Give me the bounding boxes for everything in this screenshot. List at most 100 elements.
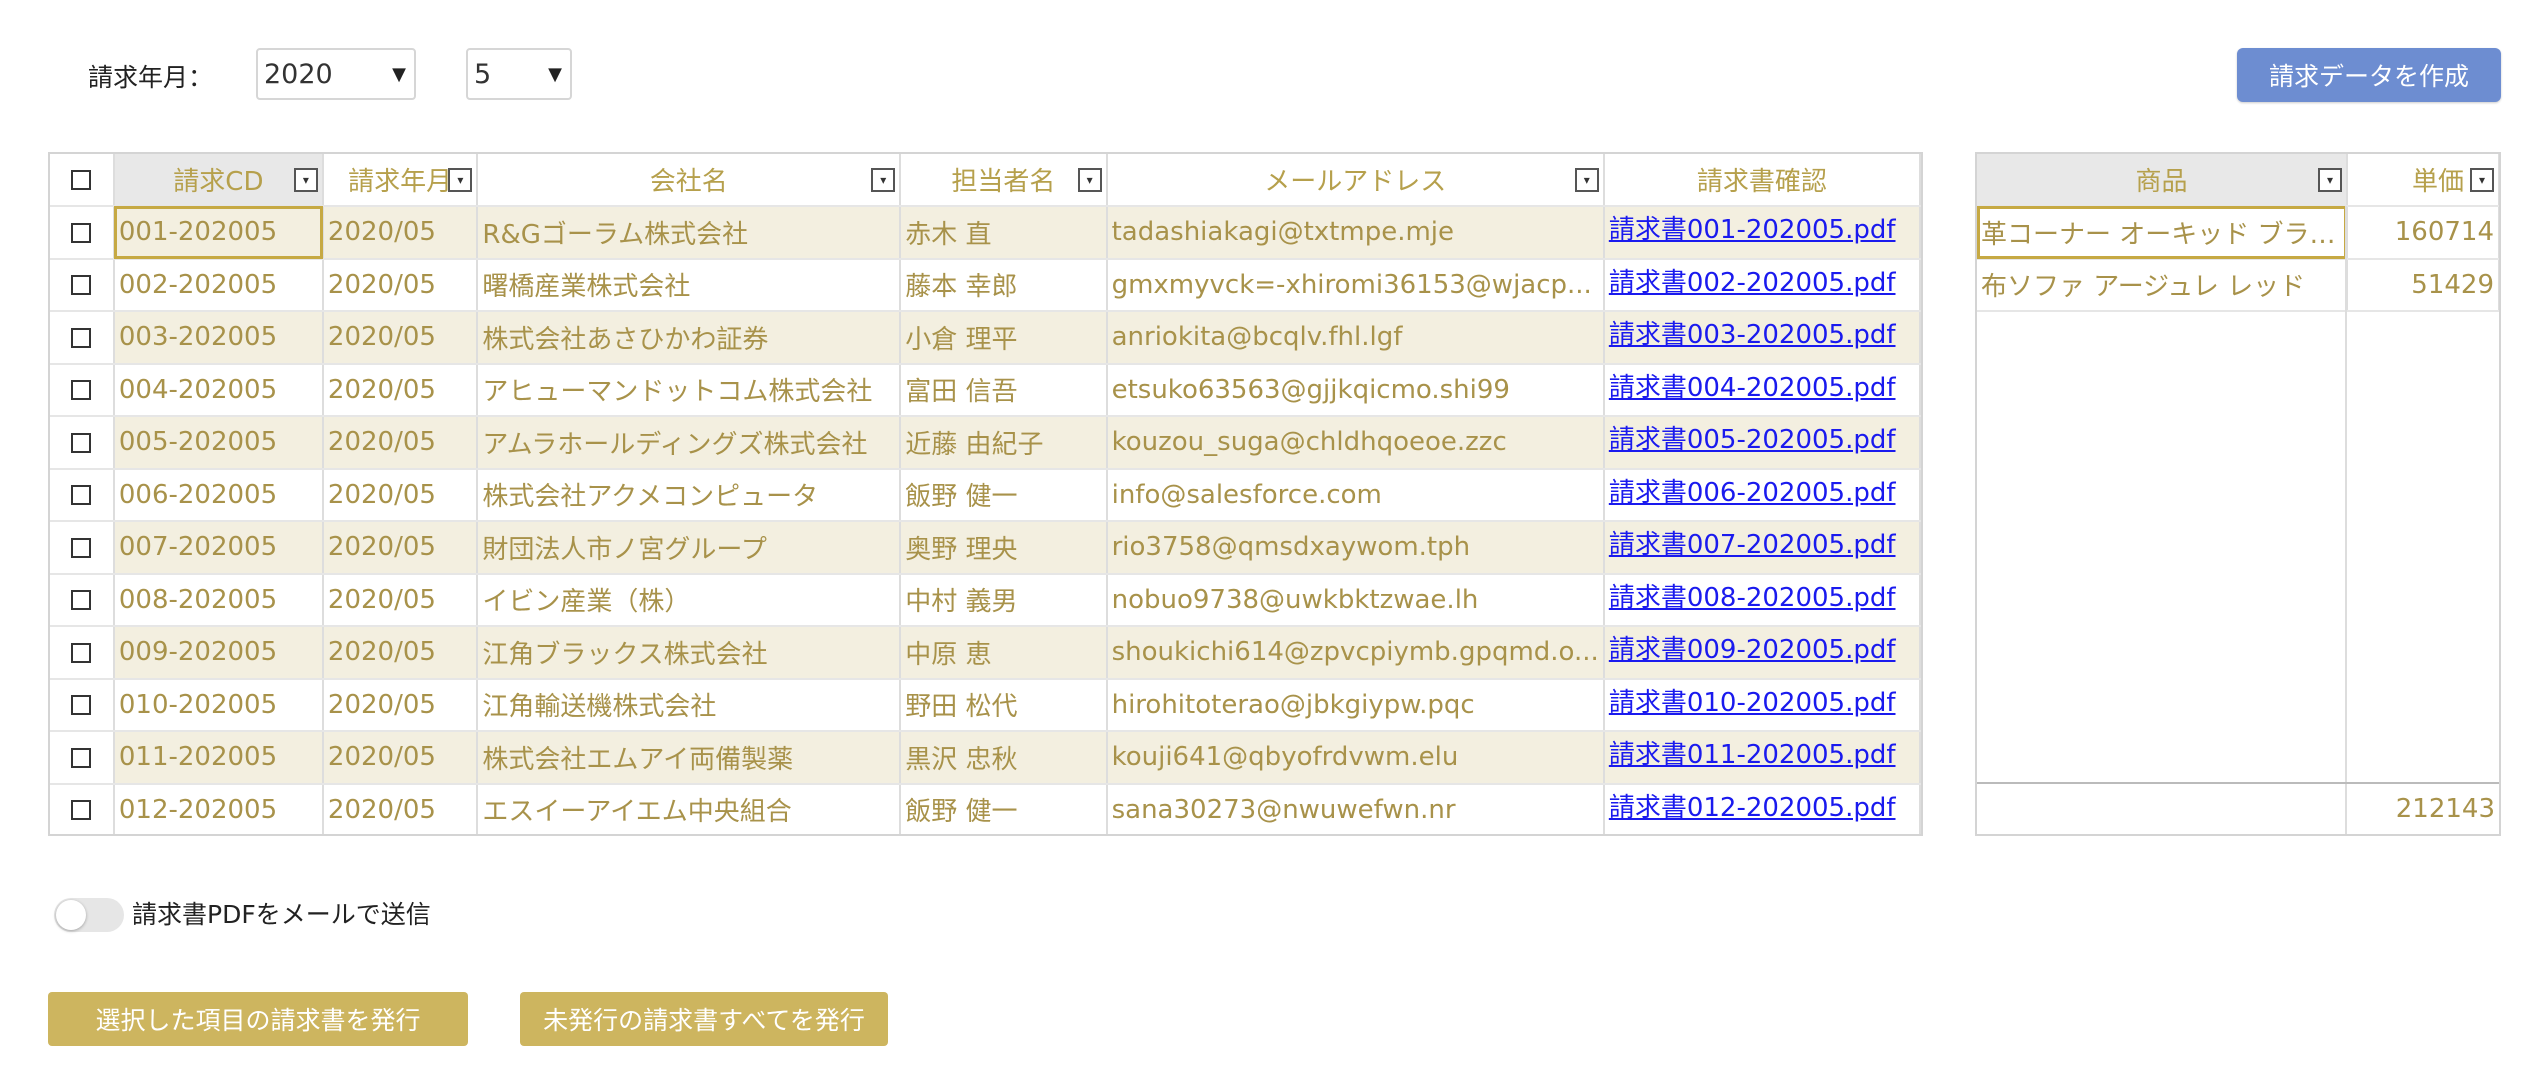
company-name-cell[interactable]: 株式会社エムアイ両備製薬	[477, 731, 902, 785]
company-name-cell[interactable]: アムラホールディングズ株式会社	[477, 416, 902, 470]
filter-dropdown-icon[interactable]: ▾	[1077, 168, 1102, 192]
invoice-link-cell[interactable]: 請求書011-202005.pdf	[1603, 731, 1921, 785]
month-select[interactable]: 5 ▼	[466, 48, 572, 100]
billing-cd-cell[interactable]: 001-202005	[113, 206, 324, 260]
table-row[interactable]: 布ソファ アージュレ レッド 51429	[1977, 258, 2499, 312]
email-cell[interactable]: kouji641@qbyofrdvwm.elu	[1106, 731, 1605, 785]
column-header-product[interactable]: 商品 ▾	[1977, 154, 2348, 207]
billing-month-cell[interactable]: 2020/05	[322, 363, 479, 417]
contact-name-cell[interactable]: 富田 信吾	[900, 363, 1108, 417]
invoice-link-cell[interactable]: 請求書009-202005.pdf	[1603, 626, 1921, 680]
unit-price-cell[interactable]: 51429	[2347, 258, 2499, 312]
billing-month-cell[interactable]: 2020/05	[322, 416, 479, 470]
billing-cd-cell[interactable]: 012-202005	[113, 783, 324, 834]
billing-month-cell[interactable]: 2020/05	[322, 573, 479, 627]
column-header-billing-month[interactable]: 請求年月 ▾	[322, 154, 479, 207]
billing-month-cell[interactable]: 2020/05	[322, 731, 479, 785]
invoice-link-cell[interactable]: 請求書002-202005.pdf	[1603, 258, 1921, 312]
contact-name-cell[interactable]: 近藤 由紀子	[900, 416, 1108, 470]
table-row[interactable]: 012-202005 2020/05 エスイーアイエム中央組合 飯野 健一 sana30…	[50, 783, 1921, 834]
billing-cd-cell[interactable]: 010-202005	[113, 678, 324, 732]
email-cell[interactable]: gmxmyvck=-xhiromi36153@wjacp...	[1106, 258, 1605, 312]
table-row[interactable]: 革コーナー オーキッド ブラウン 160714	[1977, 206, 2499, 260]
contact-name-cell[interactable]: 奥野 理央	[900, 521, 1108, 575]
invoice-link-cell[interactable]: 請求書001-202005.pdf	[1603, 206, 1921, 260]
invoice-link-cell[interactable]: 請求書006-202005.pdf	[1603, 468, 1921, 522]
row-checkbox[interactable]	[71, 222, 92, 243]
billing-month-cell[interactable]: 2020/05	[322, 521, 479, 575]
billing-month-cell[interactable]: 2020/05	[322, 258, 479, 312]
year-select[interactable]: 2020 ▼	[256, 48, 416, 100]
billing-month-cell[interactable]: 2020/05	[322, 311, 479, 365]
invoice-pdf-link[interactable]: 請求書008-202005.pdf	[1609, 583, 1896, 613]
email-cell[interactable]: sana30273@nwuwefwn.nr	[1106, 783, 1605, 834]
invoice-link-cell[interactable]: 請求書005-202005.pdf	[1603, 416, 1921, 470]
table-row[interactable]: 007-202005 2020/05 財団法人市ノ宮グループ 奥野 理央 rio3758…	[50, 521, 1921, 575]
filter-dropdown-icon[interactable]: ▾	[448, 168, 473, 192]
company-name-cell[interactable]: R&Gゴーラム株式会社	[477, 206, 902, 260]
table-row[interactable]: 011-202005 2020/05 株式会社エムアイ両備製薬 黒沢 忠秋 kouji6…	[50, 731, 1921, 785]
company-name-cell[interactable]: イビン産業（株）	[477, 573, 902, 627]
contact-name-cell[interactable]: 飯野 健一	[900, 468, 1108, 522]
product-name-cell[interactable]: 布ソファ アージュレ レッド	[1977, 258, 2348, 312]
billing-cd-cell[interactable]: 002-202005	[113, 258, 324, 312]
create-billing-data-button[interactable]: 請求データを作成	[2237, 48, 2501, 102]
product-name-cell[interactable]: 革コーナー オーキッド ブラウン	[1977, 206, 2348, 260]
column-header-billing-cd[interactable]: 請求CD ▾	[113, 154, 324, 207]
row-checkbox[interactable]	[71, 327, 92, 348]
invoice-pdf-link[interactable]: 請求書009-202005.pdf	[1609, 635, 1896, 665]
row-checkbox[interactable]	[71, 537, 92, 558]
email-cell[interactable]: nobuo9738@uwkbktzwae.lh	[1106, 573, 1605, 627]
table-row[interactable]: 006-202005 2020/05 株式会社アクメコンピュータ 飯野 健一 info@…	[50, 468, 1921, 522]
table-row[interactable]: 010-202005 2020/05 江角輸送機株式会社 野田 松代 hirohitot…	[50, 678, 1921, 732]
company-name-cell[interactable]: 株式会社アクメコンピュータ	[477, 468, 902, 522]
invoice-link-cell[interactable]: 請求書008-202005.pdf	[1603, 573, 1921, 627]
invoice-pdf-link[interactable]: 請求書003-202005.pdf	[1609, 320, 1896, 350]
issue-selected-invoices-button[interactable]: 選択した項目の請求書を発行	[48, 992, 468, 1046]
billing-month-cell[interactable]: 2020/05	[322, 468, 479, 522]
table-row[interactable]: 004-202005 2020/05 アヒューマンドットコム株式会社 富田 信吾 ets…	[50, 363, 1921, 417]
company-name-cell[interactable]: 江角輸送機株式会社	[477, 678, 902, 732]
column-header-unit-price[interactable]: 単価 ▾	[2347, 154, 2499, 207]
column-header-company[interactable]: 会社名 ▾	[477, 154, 902, 207]
row-checkbox[interactable]	[71, 800, 92, 821]
invoice-pdf-link[interactable]: 請求書004-202005.pdf	[1609, 373, 1896, 403]
toggle-knob[interactable]	[56, 900, 86, 930]
billing-month-cell[interactable]: 2020/05	[322, 206, 479, 260]
row-checkbox[interactable]	[71, 432, 92, 453]
issue-all-unissued-invoices-button[interactable]: 未発行の請求書すべてを発行	[520, 992, 888, 1046]
table-row[interactable]: 002-202005 2020/05 曙橋産業株式会社 藤本 幸郎 gmxmyvck=-…	[50, 258, 1921, 312]
invoice-link-cell[interactable]: 請求書010-202005.pdf	[1603, 678, 1921, 732]
contact-name-cell[interactable]: 中村 義男	[900, 573, 1108, 627]
invoice-pdf-link[interactable]: 請求書007-202005.pdf	[1609, 530, 1896, 560]
unit-price-cell[interactable]: 160714	[2347, 206, 2499, 260]
invoice-pdf-link[interactable]: 請求書012-202005.pdf	[1609, 793, 1896, 823]
billing-cd-cell[interactable]: 011-202005	[113, 731, 324, 785]
row-checkbox[interactable]	[71, 642, 92, 663]
billing-cd-cell[interactable]: 009-202005	[113, 626, 324, 680]
billing-cd-cell[interactable]: 005-202005	[113, 416, 324, 470]
billing-cd-cell[interactable]: 007-202005	[113, 521, 324, 575]
invoice-pdf-link[interactable]: 請求書010-202005.pdf	[1609, 688, 1896, 718]
email-cell[interactable]: rio3758@qmsdxaywom.tph	[1106, 521, 1605, 575]
email-cell[interactable]: kouzou_suga@chldhqoeoe.zzc	[1106, 416, 1605, 470]
email-cell[interactable]: info@salesforce.com	[1106, 468, 1605, 522]
table-row[interactable]: 009-202005 2020/05 江角ブラックス株式会社 中原 恵 shoukich…	[50, 626, 1921, 680]
row-checkbox[interactable]	[71, 747, 92, 768]
filter-dropdown-icon[interactable]: ▾	[871, 168, 896, 192]
contact-name-cell[interactable]: 黒沢 忠秋	[900, 731, 1108, 785]
row-checkbox[interactable]	[71, 485, 92, 506]
contact-name-cell[interactable]: 中原 恵	[900, 626, 1108, 680]
contact-name-cell[interactable]: 野田 松代	[900, 678, 1108, 732]
company-name-cell[interactable]: 財団法人市ノ宮グループ	[477, 521, 902, 575]
billing-month-cell[interactable]: 2020/05	[322, 626, 479, 680]
billing-month-cell[interactable]: 2020/05	[322, 678, 479, 732]
email-cell[interactable]: etsuko63563@gjjkqicmo.shi99	[1106, 363, 1605, 417]
row-checkbox[interactable]	[71, 695, 92, 716]
row-checkbox[interactable]	[71, 590, 92, 611]
column-header-email[interactable]: メールアドレス ▾	[1106, 154, 1605, 207]
invoice-pdf-link[interactable]: 請求書001-202005.pdf	[1609, 215, 1896, 245]
row-checkbox[interactable]	[71, 275, 92, 296]
email-cell[interactable]: anriokita@bcqlv.fhl.lgf	[1106, 311, 1605, 365]
invoice-pdf-link[interactable]: 請求書005-202005.pdf	[1609, 425, 1896, 455]
